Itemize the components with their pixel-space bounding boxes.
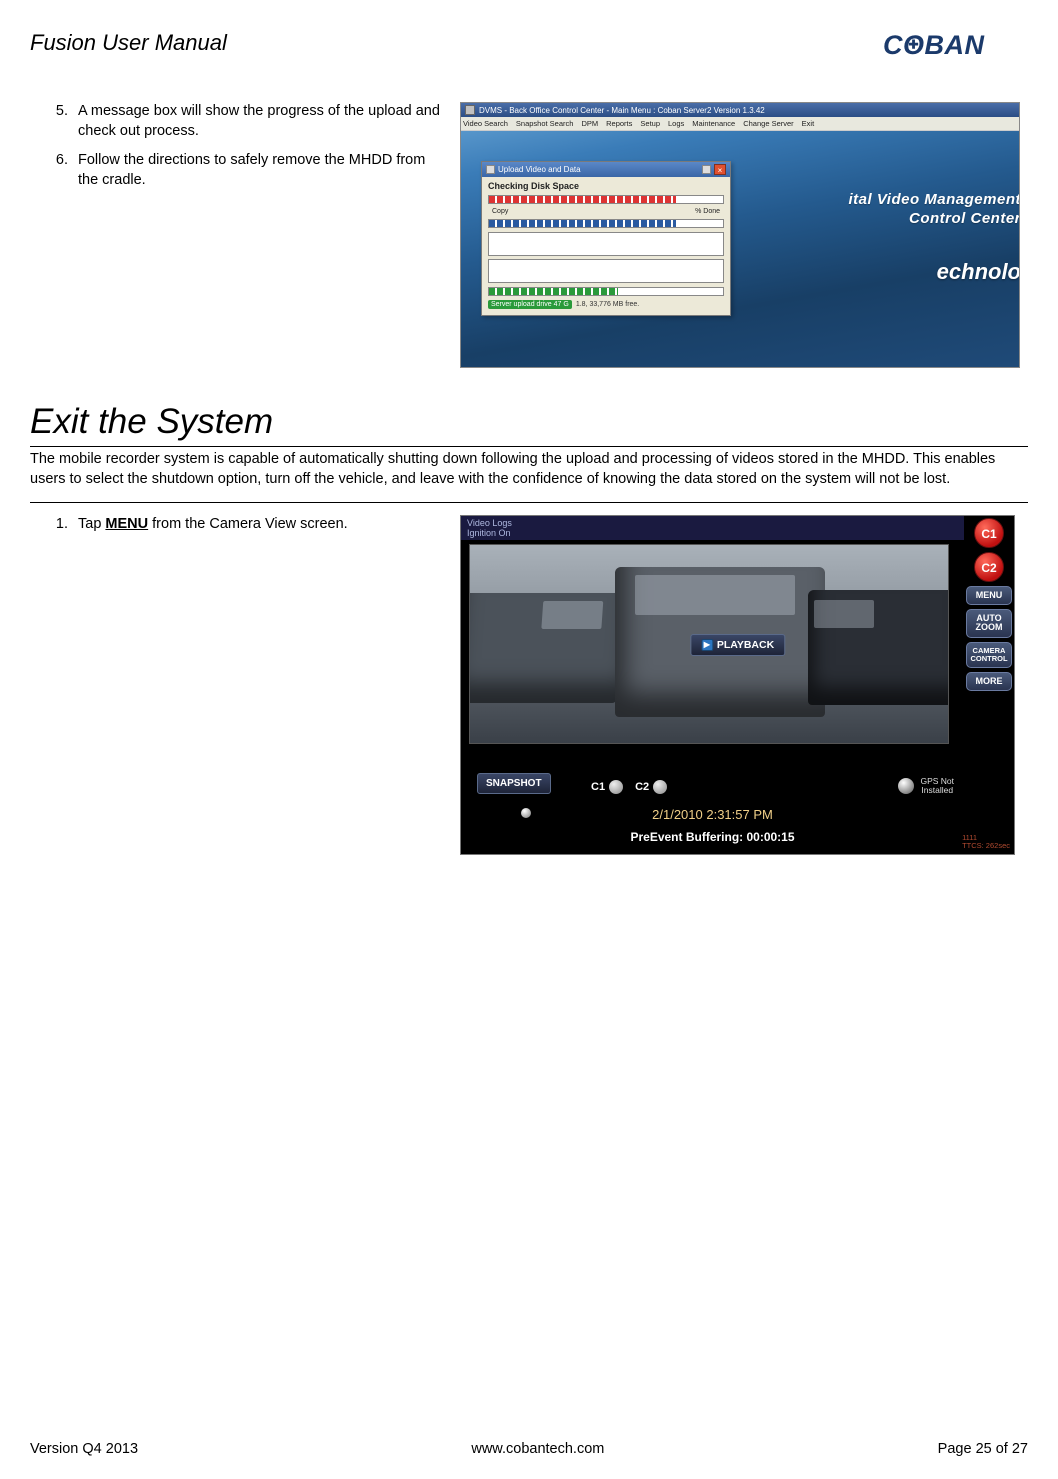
menu-maintenance[interactable]: Maintenance: [692, 119, 735, 128]
step-1-bold: MENU: [105, 516, 148, 532]
step-1-pre: Tap: [78, 516, 105, 532]
step-1: Tap MENU from the Camera View screen.: [72, 515, 440, 535]
menu-video-search[interactable]: Video Search: [463, 119, 508, 128]
logo-part-o: O✚: [903, 30, 925, 61]
log-field-2: [488, 259, 724, 283]
dialog-titlebar: Upload Video and Data ×: [482, 162, 730, 177]
ind-c1-dot: [609, 780, 623, 794]
label-copy: Copy: [492, 208, 508, 215]
gps-icon: [898, 778, 914, 794]
progress-bar-blue: [488, 219, 724, 228]
log-field-1: [488, 232, 724, 256]
brand-line-3: echnolo: [849, 259, 1019, 285]
logo-part-c: C: [883, 30, 903, 60]
menu-exit[interactable]: Exit: [802, 119, 815, 128]
playback-label: PLAYBACK: [717, 639, 774, 651]
menu-button[interactable]: MENU: [966, 586, 1012, 605]
footer-version: Version Q4 2013: [30, 1441, 138, 1457]
ind-c2-label: C2: [635, 781, 649, 793]
menu-reports[interactable]: Reports: [606, 119, 632, 128]
section-exit-steps: Tap MENU from the Camera View screen. Vi…: [30, 515, 1028, 855]
play-icon: ▶: [701, 639, 713, 651]
menu-logs[interactable]: Logs: [668, 119, 684, 128]
dialog-body: Checking Disk Space Copy % Done: [482, 177, 730, 315]
snapshot-button[interactable]: SNAPSHOT: [477, 773, 551, 794]
figure-dvms-window: DVMS - Back Office Control Center - Main…: [460, 102, 1028, 368]
ind-c2-dot: [653, 780, 667, 794]
page-footer: Version Q4 2013 www.cobantech.com Page 2…: [30, 1441, 1028, 1457]
menu-snapshot-search[interactable]: Snapshot Search: [516, 119, 574, 128]
menubar: Video Search Snapshot Search DPM Reports…: [461, 117, 1019, 131]
gps-status: GPS Not Installed: [920, 777, 954, 796]
camera-control-button[interactable]: CAMERA CONTROL: [966, 642, 1012, 668]
menu-setup[interactable]: Setup: [640, 119, 660, 128]
camera-sidebar: C1 C2 MENU AUTO ZOOM CAMERA CONTROL MORE: [966, 518, 1012, 692]
footer-url: www.cobantech.com: [471, 1441, 604, 1457]
progress-bar-red: [488, 195, 724, 204]
page: Fusion User Manual CO✚BAN A message box …: [0, 0, 1058, 1479]
coban-logo: CO✚BAN: [883, 30, 1028, 70]
section-heading-exit: Exit the System: [30, 402, 1028, 447]
camera-view-screen: Video Logs Ignition On ▶: [460, 515, 1015, 855]
camcontrol-l2: CONTROL: [969, 655, 1009, 663]
camera-indicators: C1 C2: [591, 780, 667, 794]
autozoom-button[interactable]: AUTO ZOOM: [966, 609, 1012, 638]
upload-dialog: Upload Video and Data × Checking Disk Sp…: [481, 161, 731, 316]
label-done: % Done: [695, 208, 720, 215]
playback-overlay: ▶ PLAYBACK: [690, 634, 785, 656]
corner-info: 1111 TTCS: 262sec: [962, 834, 1010, 850]
close-button[interactable]: ×: [714, 164, 726, 175]
timestamp: 2/1/2010 2:31:57 PM: [461, 807, 964, 822]
brand-line-1: ital Video Management: [849, 191, 1019, 208]
steps-column-lower: Tap MENU from the Camera View screen.: [30, 515, 440, 855]
step-5: A message box will show the progress of …: [72, 102, 440, 141]
status-line: Server upload drive 47 G 1.8, 33,776 MB …: [488, 300, 724, 309]
c1-button[interactable]: C1: [974, 518, 1004, 548]
steps-column-upper: A message box will show the progress of …: [30, 102, 440, 368]
dialog-icon: [486, 165, 495, 174]
ind-c1-label: C1: [591, 781, 605, 793]
crosshair-icon: ✚: [908, 37, 919, 51]
app-background: ital Video Management Control Center ech…: [461, 131, 1019, 367]
playback-button[interactable]: ▶ PLAYBACK: [690, 634, 785, 656]
gps-l2: Installed: [920, 786, 954, 795]
autozoom-l2: ZOOM: [969, 623, 1009, 632]
corner-l2: TTCS: 262sec: [962, 842, 1010, 850]
car-left: [469, 593, 624, 703]
car-right: [808, 590, 949, 705]
status-pill: Server upload drive 47 G: [488, 300, 572, 309]
minimize-button[interactable]: [702, 165, 711, 174]
step-6: Follow the directions to safely remove t…: [72, 151, 440, 190]
figure-camera-view: Video Logs Ignition On ▶: [460, 515, 1028, 855]
menu-change-server[interactable]: Change Server: [743, 119, 793, 128]
status-rest: 1.8, 33,776 MB free.: [576, 301, 639, 308]
doc-title: Fusion User Manual: [30, 30, 227, 56]
preevent-buffering: PreEvent Buffering: 00:00:15: [461, 830, 964, 844]
top-line-1: Video Logs: [467, 518, 958, 528]
footer-page: Page 25 of 27: [938, 1441, 1028, 1457]
section-upload-progress: A message box will show the progress of …: [30, 102, 1028, 368]
menu-dpm[interactable]: DPM: [581, 119, 598, 128]
dvms-app-window: DVMS - Back Office Control Center - Main…: [460, 102, 1020, 368]
more-button[interactable]: MORE: [966, 672, 1012, 691]
c2-button[interactable]: C2: [974, 552, 1004, 582]
top-line-2: Ignition On: [467, 528, 958, 538]
window-titlebar: DVMS - Back Office Control Center - Main…: [461, 103, 1019, 117]
logo-part-ban: BAN: [925, 30, 985, 60]
app-icon: [465, 105, 475, 115]
camera-topbar: Video Logs Ignition On: [461, 516, 964, 540]
window-title: DVMS - Back Office Control Center - Main…: [479, 106, 765, 115]
brand-line-2: Control Center: [849, 210, 1019, 227]
section-intro: The mobile recorder system is capable of…: [30, 449, 1028, 503]
dialog-title: Upload Video and Data: [498, 165, 581, 174]
progress-bar-green: [488, 287, 724, 296]
step-1-post: from the Camera View screen.: [148, 516, 348, 532]
dialog-heading: Checking Disk Space: [488, 181, 724, 191]
header: Fusion User Manual CO✚BAN: [30, 30, 1028, 98]
background-brand-text: ital Video Management Control Center ech…: [849, 191, 1019, 285]
